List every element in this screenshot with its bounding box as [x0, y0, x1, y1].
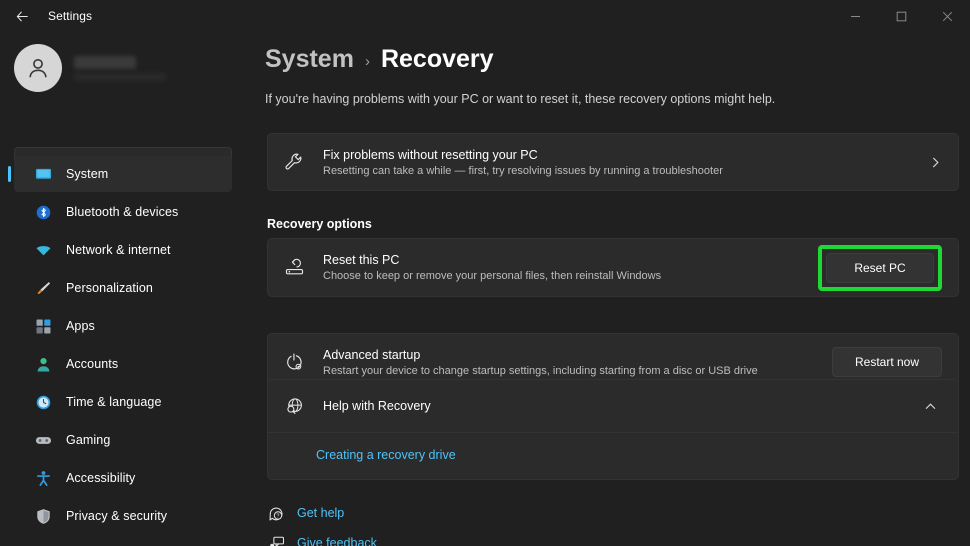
profile-section[interactable]	[14, 44, 166, 92]
sidebar-item-label: Time & language	[66, 395, 162, 409]
profile-email	[74, 72, 166, 81]
apps-icon	[34, 317, 52, 335]
sidebar-item-personalization[interactable]: Personalization	[14, 270, 232, 306]
arrow-left-icon	[16, 10, 28, 22]
main-content: System › Recovery If you're having probl…	[246, 32, 970, 546]
reset-pc-icon	[283, 257, 305, 279]
help-with-recovery-text: Help with Recovery	[323, 399, 906, 413]
reset-pc-subtitle: Choose to keep or remove your personal f…	[323, 270, 662, 282]
breadcrumb: System › Recovery	[265, 45, 494, 74]
breadcrumb-parent[interactable]: System	[265, 45, 354, 74]
get-help-link[interactable]: ? Get help	[267, 504, 377, 522]
fix-problems-text: Fix problems without resetting your PC R…	[323, 148, 917, 177]
advanced-startup-title: Advanced startup	[323, 347, 421, 362]
sidebar-item-label: Network & internet	[66, 243, 171, 257]
paintbrush-icon	[34, 279, 52, 297]
bluetooth-icon	[34, 203, 52, 221]
back-button[interactable]	[4, 1, 40, 31]
globe-search-icon	[283, 395, 305, 417]
close-icon	[942, 11, 952, 21]
reset-pc-card: Reset this PC Choose to keep or remove y…	[267, 238, 959, 297]
sidebar-item-gaming[interactable]: Gaming	[14, 422, 232, 458]
fix-problems-row[interactable]: Fix problems without resetting your PC R…	[268, 134, 958, 190]
help-icon: ?	[267, 504, 285, 522]
maximize-button[interactable]	[878, 0, 924, 32]
sidebar-item-label: Bluetooth & devices	[66, 205, 179, 219]
help-with-recovery-header[interactable]: Help with Recovery	[268, 380, 958, 432]
reset-pc-row: Reset this PC Choose to keep or remove y…	[268, 239, 958, 296]
reset-pc-highlight-box: Reset PC	[818, 244, 942, 291]
sidebar-item-system[interactable]: System	[14, 156, 232, 192]
wifi-icon	[34, 241, 52, 259]
page-title: Recovery	[380, 45, 494, 73]
creating-recovery-drive-link[interactable]: Creating a recovery drive	[316, 448, 456, 462]
sidebar-item-label: Accessibility	[66, 471, 136, 485]
maximize-icon	[896, 11, 906, 21]
clock-icon	[34, 393, 52, 411]
person-icon	[29, 58, 47, 78]
gamepad-icon	[34, 431, 52, 449]
fix-problems-title: Fix problems without resetting your PC	[323, 147, 538, 162]
sidebar-item-network-internet[interactable]: Network & internet	[14, 232, 232, 268]
help-with-recovery-links: Creating a recovery drive	[268, 433, 958, 479]
fix-problems-subtitle: Resetting can take a while — first, try …	[323, 164, 723, 177]
avatar	[14, 44, 62, 92]
fix-problems-card[interactable]: Fix problems without resetting your PC R…	[267, 133, 959, 191]
sidebar-item-label: Privacy & security	[66, 509, 168, 523]
sidebar-item-label: Gaming	[66, 433, 111, 447]
reset-pc-button-wrapper: Reset PC	[818, 244, 942, 291]
sidebar-item-bluetooth-devices[interactable]: Bluetooth & devices	[14, 194, 232, 230]
window-controls	[832, 0, 970, 32]
monitor-icon	[34, 165, 52, 183]
title-bar: Settings	[0, 0, 970, 32]
reset-pc-text: Reset this PC Choose to keep or remove y…	[323, 253, 806, 282]
advanced-startup-text: Advanced startup Restart your device to …	[323, 348, 820, 377]
breadcrumb-separator: ›	[364, 53, 370, 70]
sidebar-item-windows-update[interactable]: Windows Update	[14, 536, 232, 546]
account-icon	[34, 355, 52, 373]
reset-pc-button[interactable]: Reset PC	[826, 252, 934, 283]
sidebar-item-accounts[interactable]: Accounts	[14, 346, 232, 382]
help-with-recovery-title: Help with Recovery	[323, 399, 431, 413]
help-with-recovery-card: Help with Recovery Creating a recovery d…	[267, 379, 959, 480]
sidebar-item-time-language[interactable]: Time & language	[14, 384, 232, 420]
minimize-button[interactable]	[832, 0, 878, 32]
wrench-icon	[283, 151, 305, 173]
sidebar-item-apps[interactable]: Apps	[14, 308, 232, 344]
profile-name	[74, 55, 136, 69]
reset-pc-title: Reset this PC	[323, 253, 400, 267]
sidebar-item-label: Accounts	[66, 357, 119, 371]
sidebar: System Bluetooth & devices Network	[0, 32, 246, 546]
restart-now-button[interactable]: Restart now	[832, 347, 942, 377]
settings-window: Settings Find a setting System Bluetooth…	[0, 0, 970, 546]
advanced-startup-subtitle: Restart your device to change startup se…	[323, 364, 758, 377]
give-feedback-label: Give feedback	[297, 536, 377, 546]
sidebar-item-accessibility[interactable]: Accessibility	[14, 460, 232, 496]
minimize-icon	[850, 15, 860, 17]
sidebar-item-label: System	[66, 167, 109, 181]
sidebar-nav: System Bluetooth & devices Network & int…	[0, 156, 246, 546]
profile-text	[74, 55, 166, 81]
recovery-options-label: Recovery options	[267, 217, 372, 231]
page-description: If you're having problems with your PC o…	[265, 92, 776, 106]
advanced-startup-button-wrapper: Restart now	[832, 347, 942, 377]
get-help-label: Get help	[297, 506, 345, 520]
close-button[interactable]	[924, 0, 970, 32]
svg-text:?: ?	[276, 513, 279, 519]
footer-links: ? Get help Give feedback	[267, 504, 377, 546]
sidebar-item-label: Apps	[66, 319, 95, 333]
accessibility-icon	[34, 469, 52, 487]
chevron-up-icon[interactable]	[918, 394, 942, 418]
chevron-right-icon[interactable]	[929, 156, 942, 169]
give-feedback-link[interactable]: Give feedback	[267, 534, 377, 546]
power-restart-icon	[283, 351, 305, 373]
feedback-icon	[267, 534, 285, 546]
shield-icon	[34, 507, 52, 525]
sidebar-item-privacy-security[interactable]: Privacy & security	[14, 498, 232, 534]
app-title: Settings	[48, 9, 93, 23]
sidebar-item-label: Personalization	[66, 281, 153, 295]
